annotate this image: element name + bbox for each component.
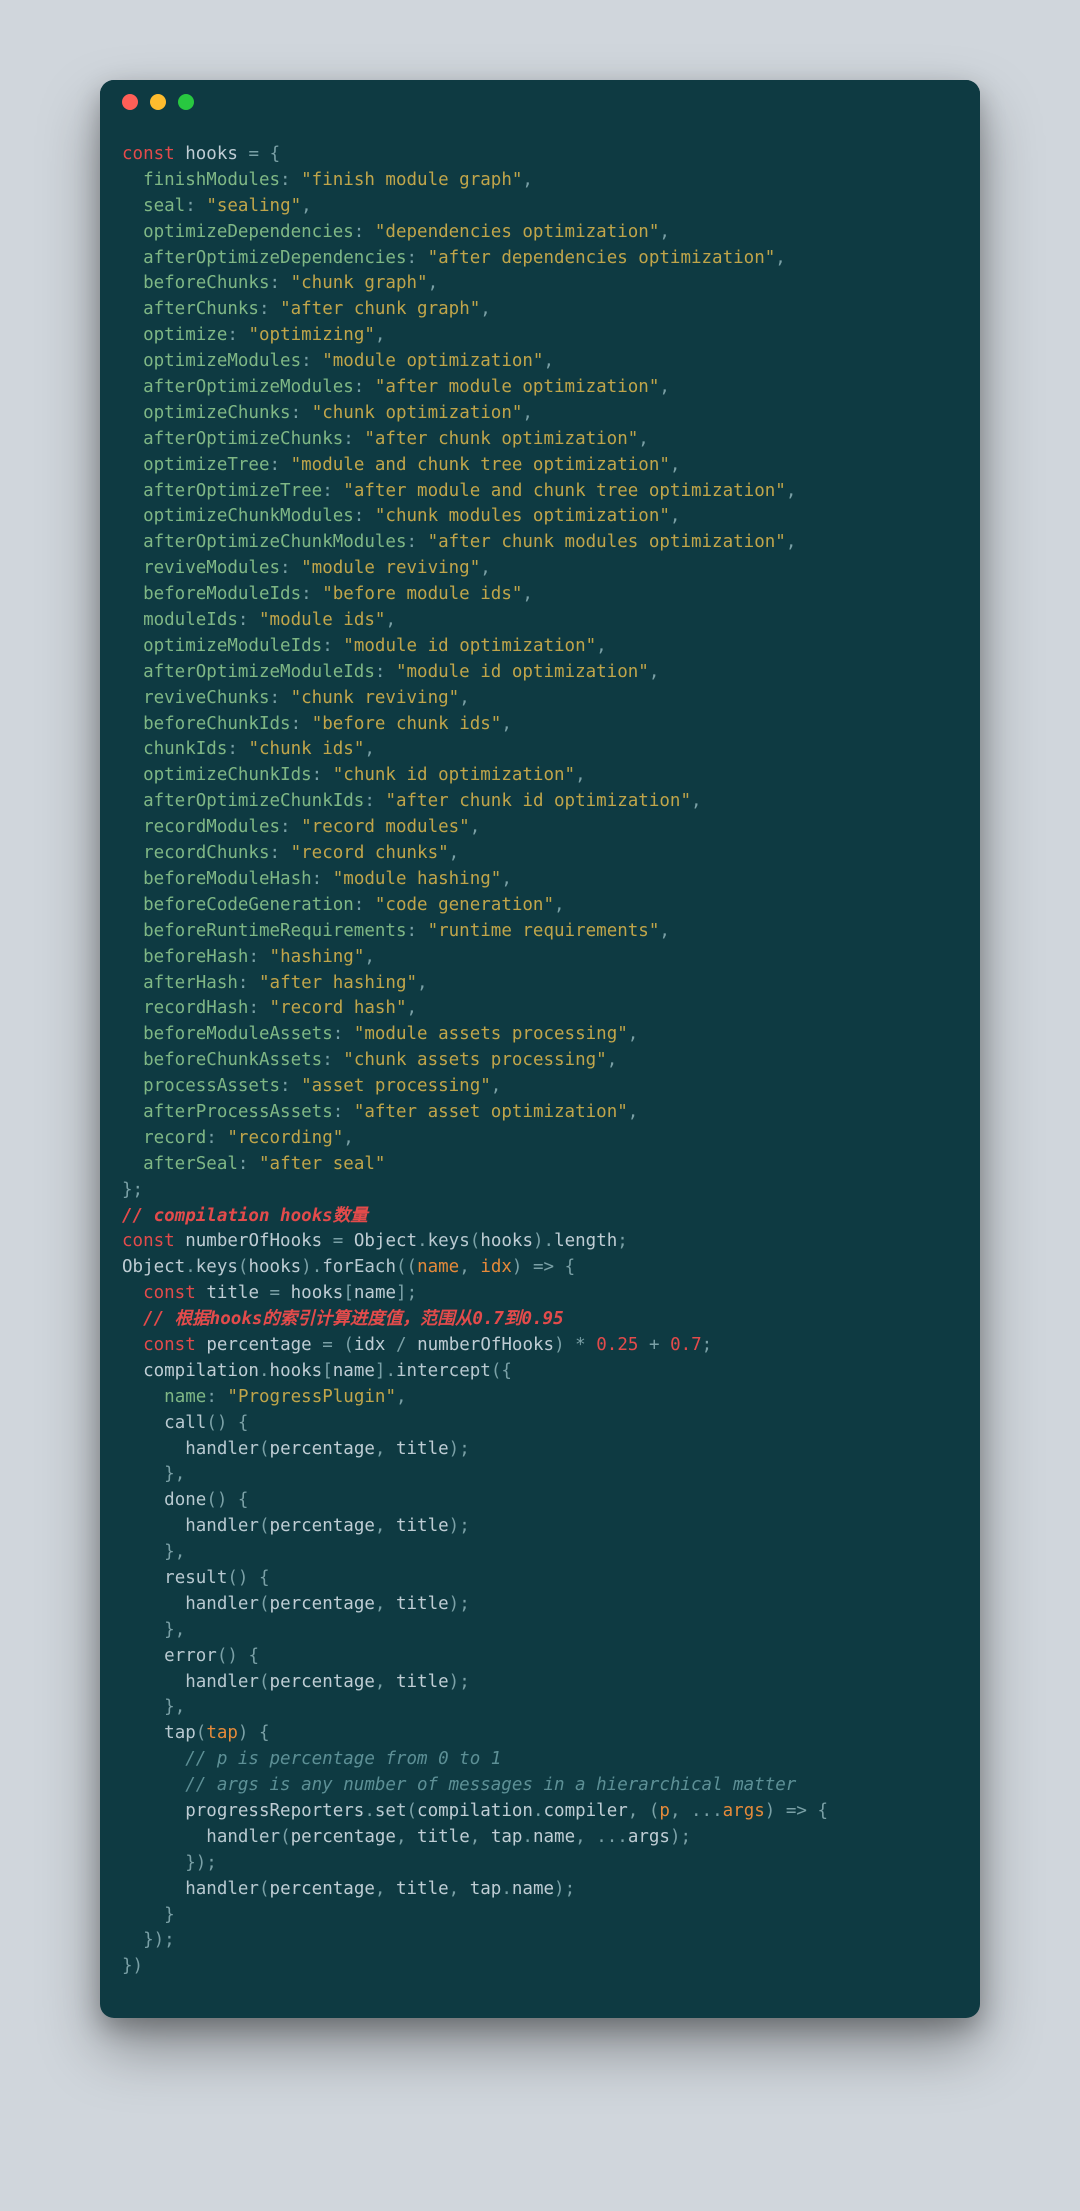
maximize-icon[interactable]: [178, 94, 194, 110]
close-icon[interactable]: [122, 94, 138, 110]
code-block: const hooks = { finishModules: "finish m…: [100, 124, 980, 2018]
title-bar: [100, 80, 980, 124]
minimize-icon[interactable]: [150, 94, 166, 110]
code-window: const hooks = { finishModules: "finish m…: [100, 80, 980, 2018]
